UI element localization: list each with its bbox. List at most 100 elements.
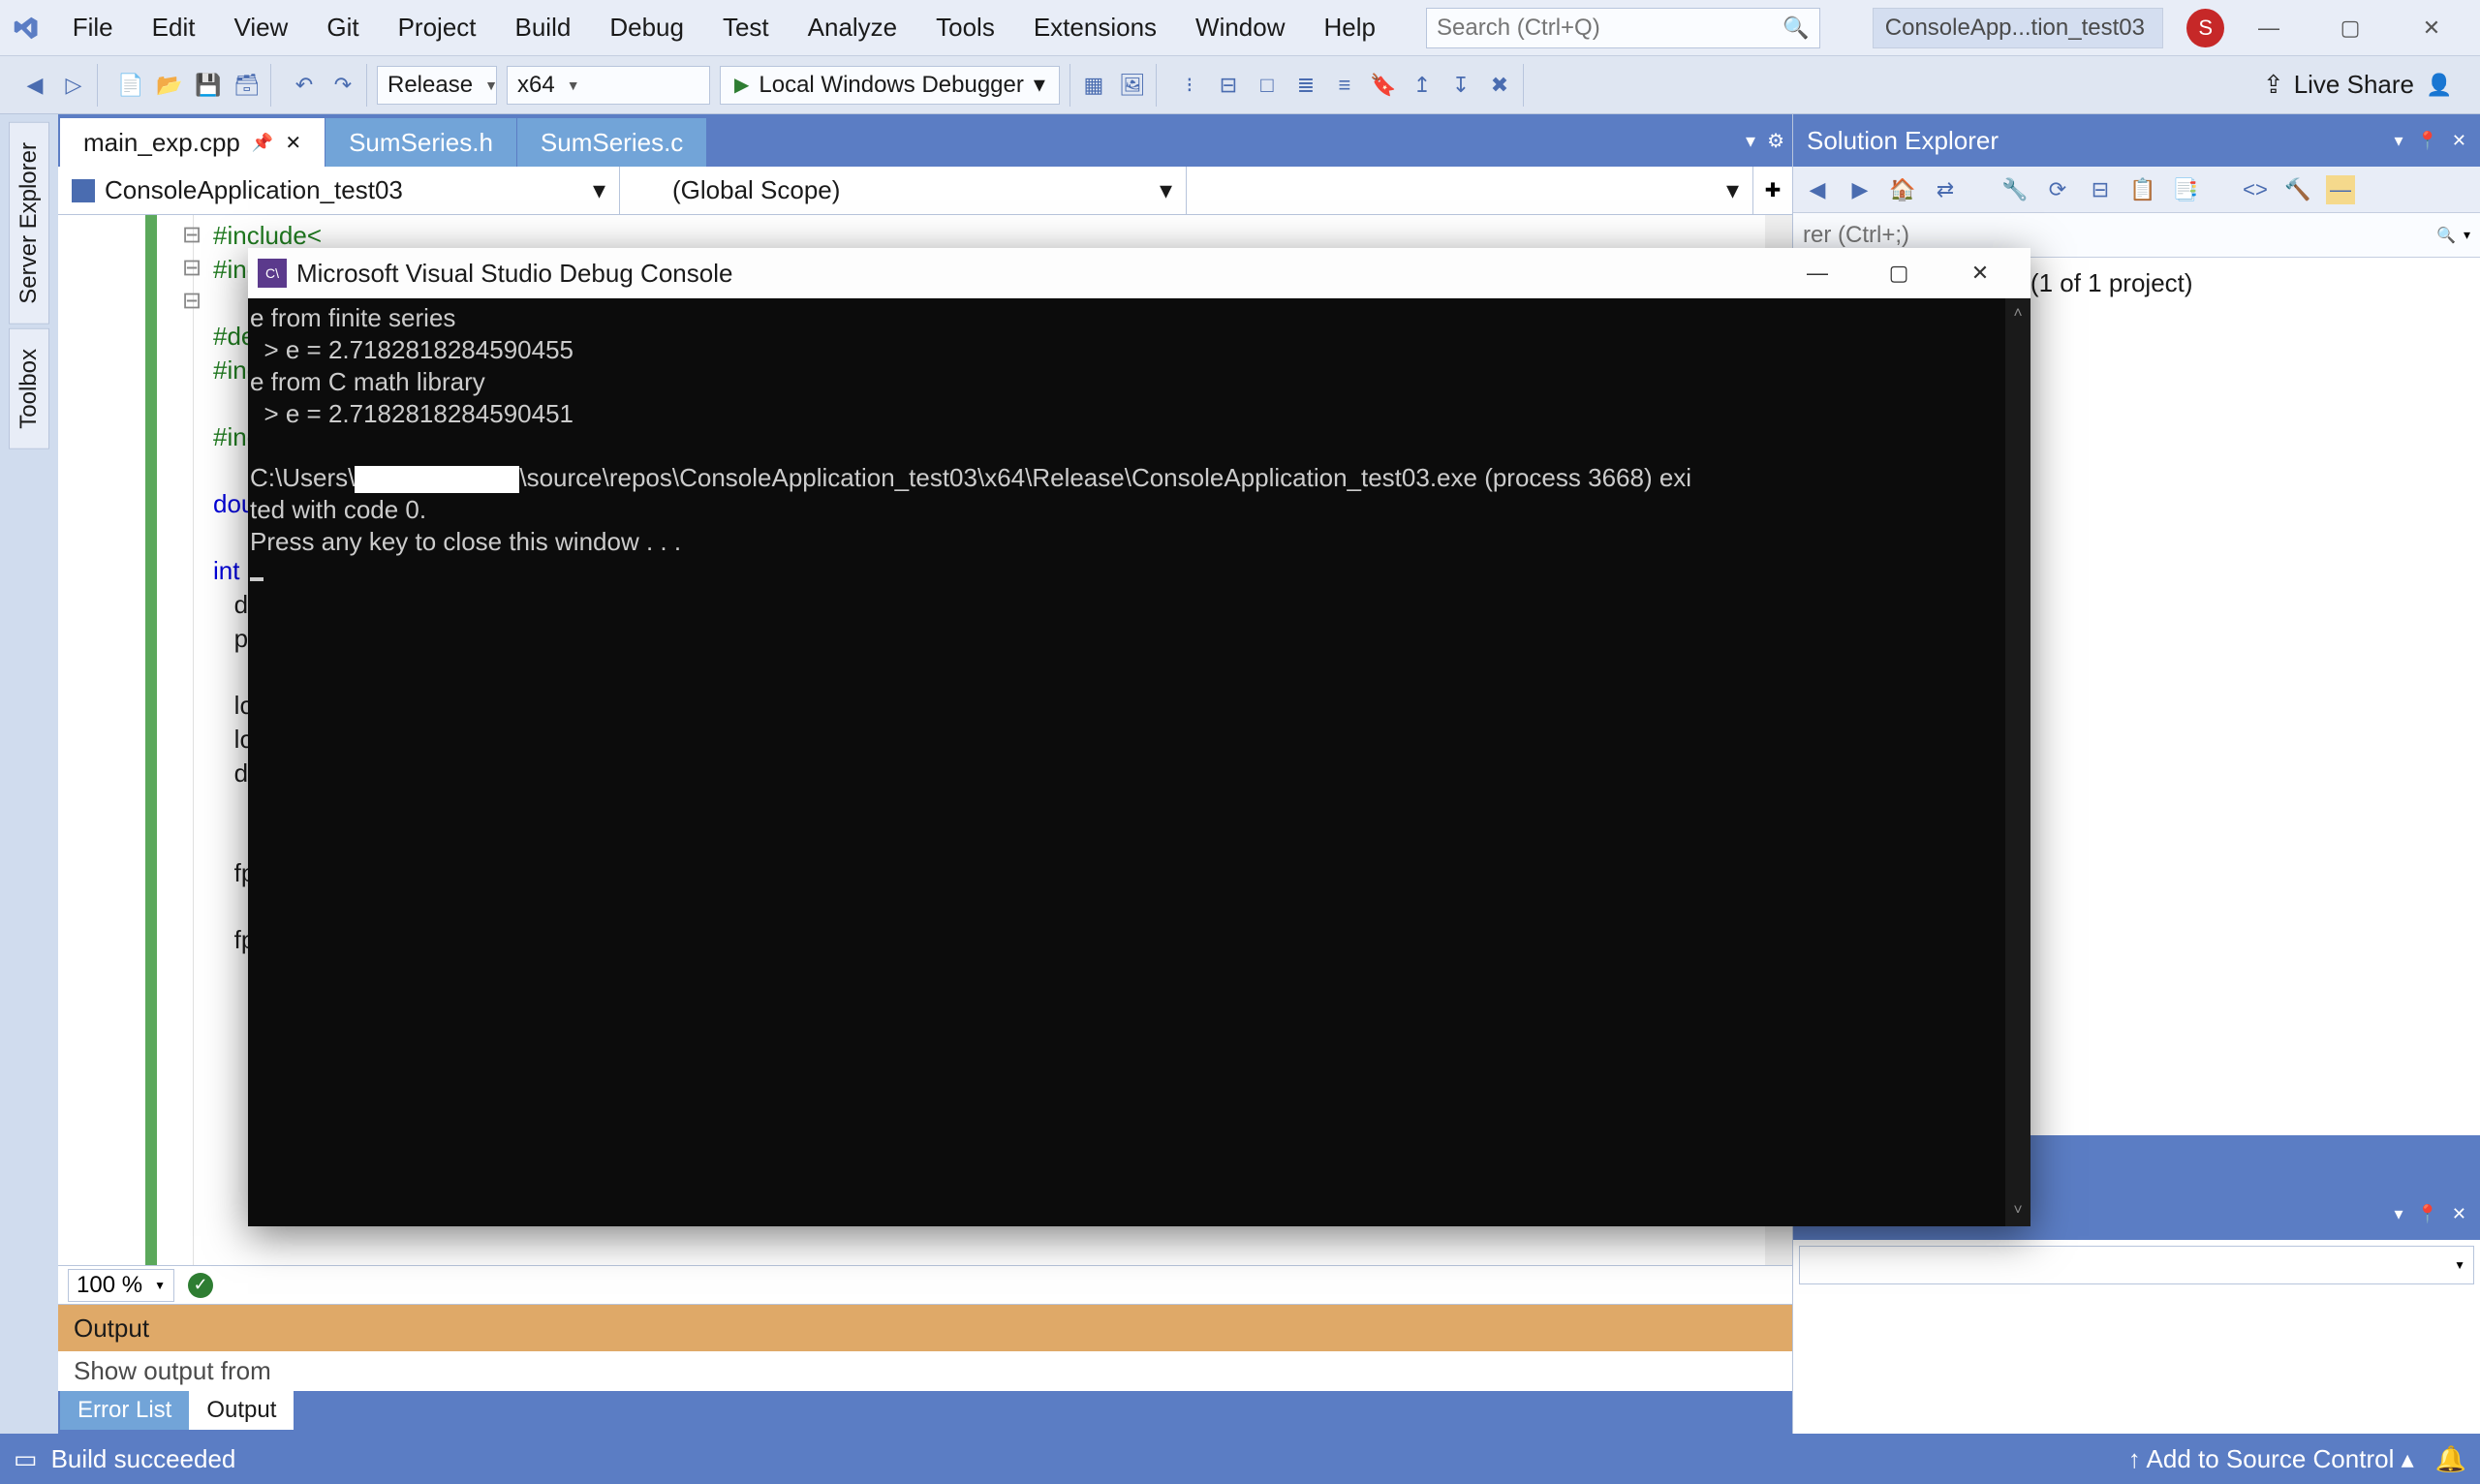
menu-debug[interactable]: Debug [592, 7, 701, 48]
chevron-down-icon[interactable]: ▾ [2394, 1204, 2402, 1224]
undo-icon[interactable]: ↶ [289, 70, 320, 101]
scroll-down-icon[interactable]: ˅ [2013, 1195, 2022, 1226]
save-icon[interactable]: 💾 [193, 70, 224, 101]
bookmark-icon[interactable]: 🔖 [1368, 70, 1399, 101]
menu-project[interactable]: Project [381, 7, 494, 48]
menu-analyze[interactable]: Analyze [790, 7, 915, 48]
gear-icon[interactable]: ⚙ [1767, 129, 1784, 153]
console-maximize-button[interactable]: ▢ [1858, 248, 1939, 298]
chevron-down-icon[interactable]: ▾ [2394, 131, 2402, 151]
menu-extensions[interactable]: Extensions [1016, 7, 1174, 48]
no-issues-icon[interactable]: ✓ [188, 1273, 213, 1298]
document-tab-bar: main_exp.cpp 📌 ✕ SumSeries.h SumSeries.c… [58, 114, 1792, 167]
tab-error-list[interactable]: Error List [60, 1391, 189, 1430]
filter-icon[interactable]: 🔧 [2000, 175, 2030, 204]
start-debug-button[interactable]: ▶ Local Windows Debugger ▾ [720, 66, 1060, 105]
scroll-up-icon[interactable]: ˄ [2013, 298, 2022, 329]
close-icon[interactable]: ✕ [2452, 131, 2466, 151]
close-icon[interactable]: ✕ [285, 131, 301, 155]
redo-icon[interactable]: ↷ [327, 70, 358, 101]
split-icon[interactable]: ✚ [1753, 167, 1792, 214]
tool-icon[interactable]: ↥ [1407, 70, 1438, 101]
fwd-icon[interactable]: ▶ [1845, 175, 1875, 204]
menu-view[interactable]: View [216, 7, 305, 48]
show-all-icon[interactable]: 📋 [2128, 175, 2157, 204]
tab-output[interactable]: Output [189, 1391, 294, 1430]
live-share-button[interactable]: ⇪ Live Share [2263, 70, 2414, 100]
member-combo[interactable]: ▾ [1187, 167, 1753, 214]
console-scrollbar[interactable]: ˄ ˅ [2005, 298, 2030, 1226]
properties-icon[interactable]: — [2326, 175, 2355, 204]
menu-window[interactable]: Window [1178, 7, 1302, 48]
chevron-down-icon[interactable]: ▾ [2464, 227, 2470, 243]
open-file-icon[interactable]: 📂 [154, 70, 185, 101]
nav-back-icon[interactable]: ◀ [19, 70, 50, 101]
nav-fwd-icon[interactable]: ▷ [58, 70, 89, 101]
pin-icon[interactable]: 📍 [2416, 1204, 2437, 1224]
menu-git[interactable]: Git [309, 7, 376, 48]
switch-view-icon[interactable]: ⇄ [1931, 175, 1960, 204]
home-icon[interactable]: 🏠 [1888, 175, 1917, 204]
code-icon[interactable]: <> [2241, 175, 2270, 204]
menu-file[interactable]: File [55, 7, 131, 48]
menu-help[interactable]: Help [1307, 7, 1393, 48]
notifications-icon[interactable]: 🔔 [2435, 1444, 2466, 1474]
console-output[interactable]: e from finite series > e = 2.71828182845… [248, 298, 2030, 1226]
menu-tools[interactable]: Tools [918, 7, 1012, 48]
scope-combo[interactable]: (Global Scope) ▾ [620, 167, 1187, 214]
doc-tab-sumseries-c[interactable]: SumSeries.c [517, 118, 707, 167]
global-search[interactable]: 🔍 [1426, 8, 1820, 48]
feedback-icon[interactable]: 👤 [2424, 70, 2455, 101]
tool-icon[interactable]: ↧ [1445, 70, 1476, 101]
fold-column[interactable]: ⊟⊟⊟ [182, 215, 202, 318]
close-icon[interactable]: ✕ [2452, 1204, 2466, 1224]
copy-icon[interactable]: 📑 [2171, 175, 2200, 204]
save-all-icon[interactable]: 🗃 [232, 70, 263, 101]
menu-edit[interactable]: Edit [135, 7, 213, 48]
pin-icon[interactable]: 📍 [2416, 131, 2437, 151]
console-close-button[interactable]: ✕ [1939, 248, 2021, 298]
back-icon[interactable]: ◀ [1803, 175, 1832, 204]
platform-combo[interactable]: x64▼ [507, 66, 710, 105]
redacted-username [355, 466, 519, 493]
collapse-icon[interactable]: ⊟ [2086, 175, 2115, 204]
solution-search-input[interactable] [1803, 222, 2436, 249]
console-title-bar[interactable]: C\ Microsoft Visual Studio Debug Console… [248, 248, 2030, 298]
editor-status-bar: 100 % ▼ ✓ [58, 1265, 1792, 1304]
toolbox-tab[interactable]: Toolbox [9, 328, 49, 449]
tool-icon[interactable]: □ [1252, 70, 1283, 101]
project-scope-combo[interactable]: ConsoleApplication_test03 ▾ [58, 167, 620, 214]
solution-title-badge[interactable]: ConsoleApp...tion_test03 [1873, 8, 2164, 48]
tool-icon[interactable]: ⁝ [1174, 70, 1205, 101]
global-search-input[interactable] [1437, 15, 1782, 42]
doc-tab-sumseries-h[interactable]: SumSeries.h [326, 118, 517, 167]
tool-icon[interactable]: ≣ [1290, 70, 1321, 101]
search-icon: 🔍 [2436, 226, 2456, 245]
doc-tab-label: SumSeries.c [541, 128, 683, 158]
refresh-icon[interactable]: ⟳ [2043, 175, 2072, 204]
server-explorer-tab[interactable]: Server Explorer [9, 122, 49, 325]
tool-icon[interactable]: ▦ [1078, 70, 1109, 101]
user-avatar[interactable]: S [2186, 9, 2224, 47]
minimize-button[interactable]: — [2228, 0, 2310, 55]
wrench-icon[interactable]: 🔨 [2283, 175, 2312, 204]
menu-test[interactable]: Test [705, 7, 787, 48]
output-panel-header[interactable]: Output [58, 1305, 1792, 1351]
properties-combo[interactable]: ▼ [1799, 1246, 2474, 1284]
config-combo[interactable]: Release▼ [377, 66, 497, 105]
console-minimize-button[interactable]: — [1777, 248, 1858, 298]
add-source-control-button[interactable]: ↑ Add to Source Control ▴ [2128, 1444, 2414, 1474]
zoom-combo[interactable]: 100 % ▼ [68, 1269, 174, 1302]
tool-icon[interactable]: ⊟ [1213, 70, 1244, 101]
chevron-down-icon[interactable]: ▾ [1746, 129, 1755, 153]
menu-build[interactable]: Build [498, 7, 589, 48]
tool-icon[interactable]: ✖ [1484, 70, 1515, 101]
tool-icon[interactable]: ≡ [1329, 70, 1360, 101]
tool-icon[interactable]: 🖼 [1117, 70, 1148, 101]
new-project-icon[interactable]: 📄 [115, 70, 146, 101]
doc-tab-main-exp[interactable]: main_exp.cpp 📌 ✕ [60, 118, 326, 167]
maximize-button[interactable]: ▢ [2310, 0, 2391, 55]
solution-explorer-header[interactable]: Solution Explorer ▾ 📍 ✕ [1793, 114, 2480, 167]
pin-icon[interactable]: 📌 [252, 133, 273, 153]
close-button[interactable]: ✕ [2391, 0, 2472, 55]
